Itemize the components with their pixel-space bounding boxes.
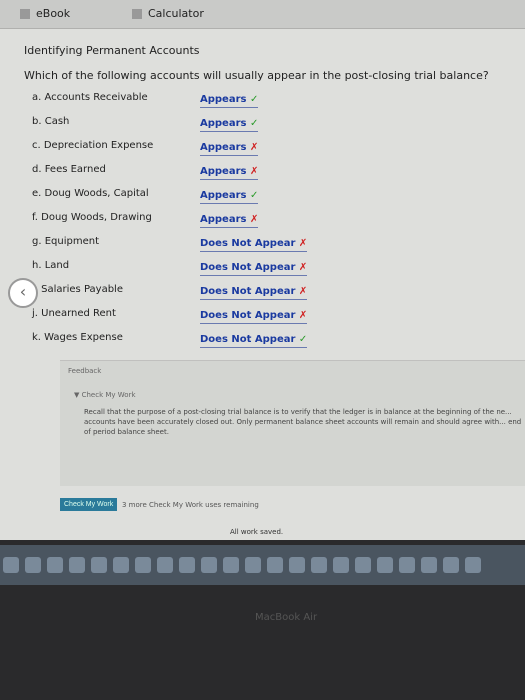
app-icon[interactable] — [179, 557, 195, 573]
account-label: e. Doug Woods, Capital — [32, 188, 149, 199]
x-mark-icon: ✗ — [249, 166, 259, 177]
calculator-icon — [132, 9, 142, 19]
question-text: Which of the following accounts will usu… — [24, 69, 489, 82]
app-icon[interactable] — [465, 557, 481, 573]
answer-select[interactable]: Does Not Appear ✗ — [200, 310, 308, 324]
account-label: i. Salaries Payable — [32, 284, 123, 295]
answer-select[interactable]: Appears ✓ — [200, 118, 259, 132]
app-icon[interactable] — [245, 557, 261, 573]
answer-select[interactable]: Appears ✓ — [200, 94, 259, 108]
answer-row: i. Salaries Payable Does Not Appear ✗ — [24, 284, 524, 308]
x-mark-icon: ✗ — [298, 238, 308, 249]
x-mark-icon: ✗ — [249, 142, 259, 153]
ebook-icon — [20, 9, 30, 19]
tab-ebook[interactable]: eBook — [20, 7, 70, 20]
answer-select[interactable]: Appears ✓ — [200, 190, 259, 204]
app-icon[interactable] — [377, 557, 393, 573]
app-icon[interactable] — [47, 557, 63, 573]
feedback-text: Recall that the purpose of a post-closin… — [84, 408, 522, 436]
answer-select[interactable]: Appears ✗ — [200, 166, 259, 180]
account-label: k. Wages Expense — [32, 332, 123, 343]
app-icon[interactable] — [267, 557, 283, 573]
screen: eBook Calculator Identifying Permanent A… — [0, 0, 525, 540]
account-label: f. Doug Woods, Drawing — [32, 212, 152, 223]
x-mark-icon: ✗ — [249, 214, 259, 225]
checkmark-icon: ✓ — [249, 190, 259, 201]
checkmark-icon: ✓ — [298, 334, 308, 345]
answer-row: e. Doug Woods, Capital Appears ✓ — [24, 188, 524, 212]
save-status: All work saved. — [230, 528, 284, 536]
checkmark-icon: ✓ — [249, 94, 259, 105]
answer-row: f. Doug Woods, Drawing Appears ✗ — [24, 212, 524, 236]
back-arrow-button[interactable]: ‹ — [8, 278, 38, 308]
account-label: h. Land — [32, 260, 70, 271]
dock — [0, 545, 525, 585]
app-icon[interactable] — [443, 557, 459, 573]
app-icon[interactable] — [333, 557, 349, 573]
app-icon[interactable] — [91, 557, 107, 573]
account-label: c. Depreciation Expense — [32, 140, 154, 151]
account-label: g. Equipment — [32, 236, 99, 247]
x-mark-icon: ✗ — [298, 286, 308, 297]
remaining-uses: 3 more Check My Work uses remaining — [122, 501, 259, 509]
check-my-work-toggle[interactable]: ▼ Check My Work — [74, 391, 136, 399]
question-panel: Identifying Permanent Accounts Which of … — [24, 44, 524, 356]
app-icon[interactable] — [223, 557, 239, 573]
answer-select[interactable]: Appears ✗ — [200, 142, 259, 156]
answer-row: j. Unearned Rent Does Not Appear ✗ — [24, 308, 524, 332]
answer-select[interactable]: Does Not Appear ✗ — [200, 286, 308, 300]
answer-row: g. Equipment Does Not Appear ✗ — [24, 236, 524, 260]
checkmark-icon: ✓ — [249, 118, 259, 129]
answer-select[interactable]: Does Not Appear ✓ — [200, 334, 308, 348]
answer-row: k. Wages Expense Does Not Appear ✓ — [24, 332, 524, 356]
answer-select[interactable]: Appears ✗ — [200, 214, 259, 228]
answer-row: a. Accounts Receivable Appears ✓ — [24, 92, 524, 116]
account-label: d. Fees Earned — [32, 164, 106, 175]
app-icon[interactable] — [69, 557, 85, 573]
feedback-title: Feedback — [68, 367, 102, 375]
answer-select[interactable]: Does Not Appear ✗ — [200, 262, 308, 276]
app-icon[interactable] — [25, 557, 41, 573]
app-icon[interactable] — [157, 557, 173, 573]
laptop-brand: MacBook Air — [255, 612, 318, 623]
answer-row: c. Depreciation Expense Appears ✗ — [24, 140, 524, 164]
answer-row: h. Land Does Not Appear ✗ — [24, 260, 524, 284]
app-icon[interactable] — [289, 557, 305, 573]
account-label: j. Unearned Rent — [32, 308, 116, 319]
app-icon[interactable] — [201, 557, 217, 573]
app-icon[interactable] — [355, 557, 371, 573]
answer-row: d. Fees Earned Appears ✗ — [24, 164, 524, 188]
account-label: a. Accounts Receivable — [32, 92, 148, 103]
x-mark-icon: ✗ — [298, 262, 308, 273]
account-label: b. Cash — [32, 116, 70, 127]
feedback-panel: Feedback ▼ Check My Work Recall that the… — [60, 360, 525, 486]
app-icon[interactable] — [3, 557, 19, 573]
app-icon[interactable] — [135, 557, 151, 573]
app-icon[interactable] — [399, 557, 415, 573]
top-toolbar: eBook Calculator — [0, 0, 525, 29]
x-mark-icon: ✗ — [298, 310, 308, 321]
app-icon[interactable] — [113, 557, 129, 573]
app-icon[interactable] — [421, 557, 437, 573]
check-my-work-button[interactable]: Check My Work — [60, 498, 118, 511]
tab-calculator[interactable]: Calculator — [132, 7, 204, 20]
answer-row: b. Cash Appears ✓ — [24, 116, 524, 140]
page-title: Identifying Permanent Accounts — [24, 44, 200, 57]
answer-select[interactable]: Does Not Appear ✗ — [200, 238, 308, 252]
app-icon[interactable] — [311, 557, 327, 573]
